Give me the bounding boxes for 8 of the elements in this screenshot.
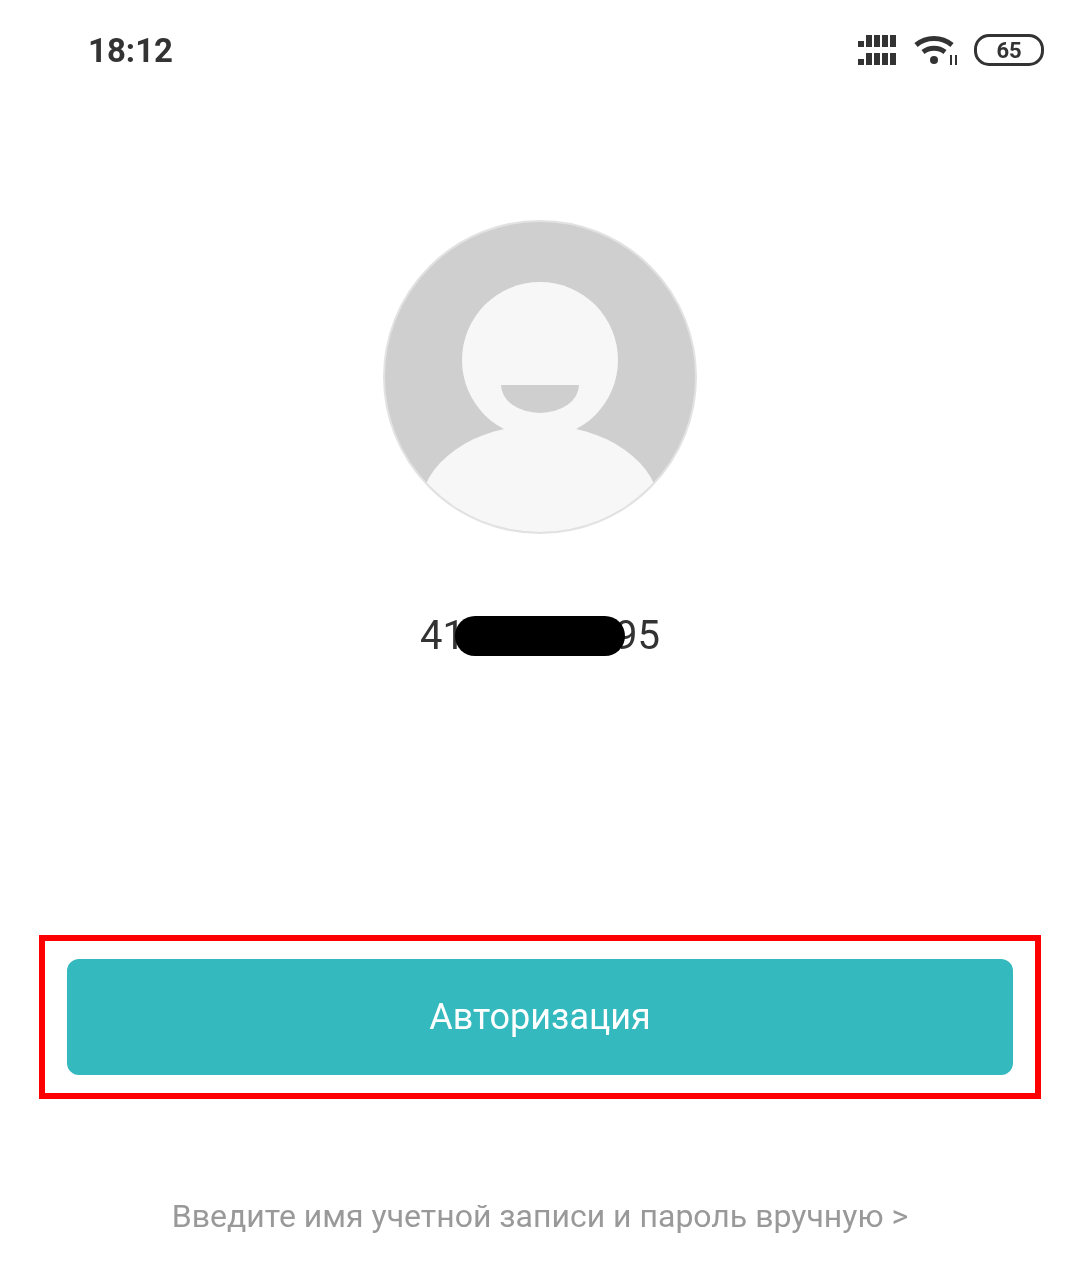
battery-indicator: 65	[974, 34, 1044, 66]
signal-icon	[858, 35, 898, 65]
login-button[interactable]: Авторизация	[67, 959, 1013, 1075]
account-number: 41	[420, 612, 465, 659]
status-time: 18:12	[88, 30, 174, 70]
avatar-icon	[383, 220, 697, 534]
manual-login-link[interactable]: Введите имя учетной записи и пароль вручную >	[171, 1197, 909, 1235]
wifi-icon	[914, 33, 958, 67]
